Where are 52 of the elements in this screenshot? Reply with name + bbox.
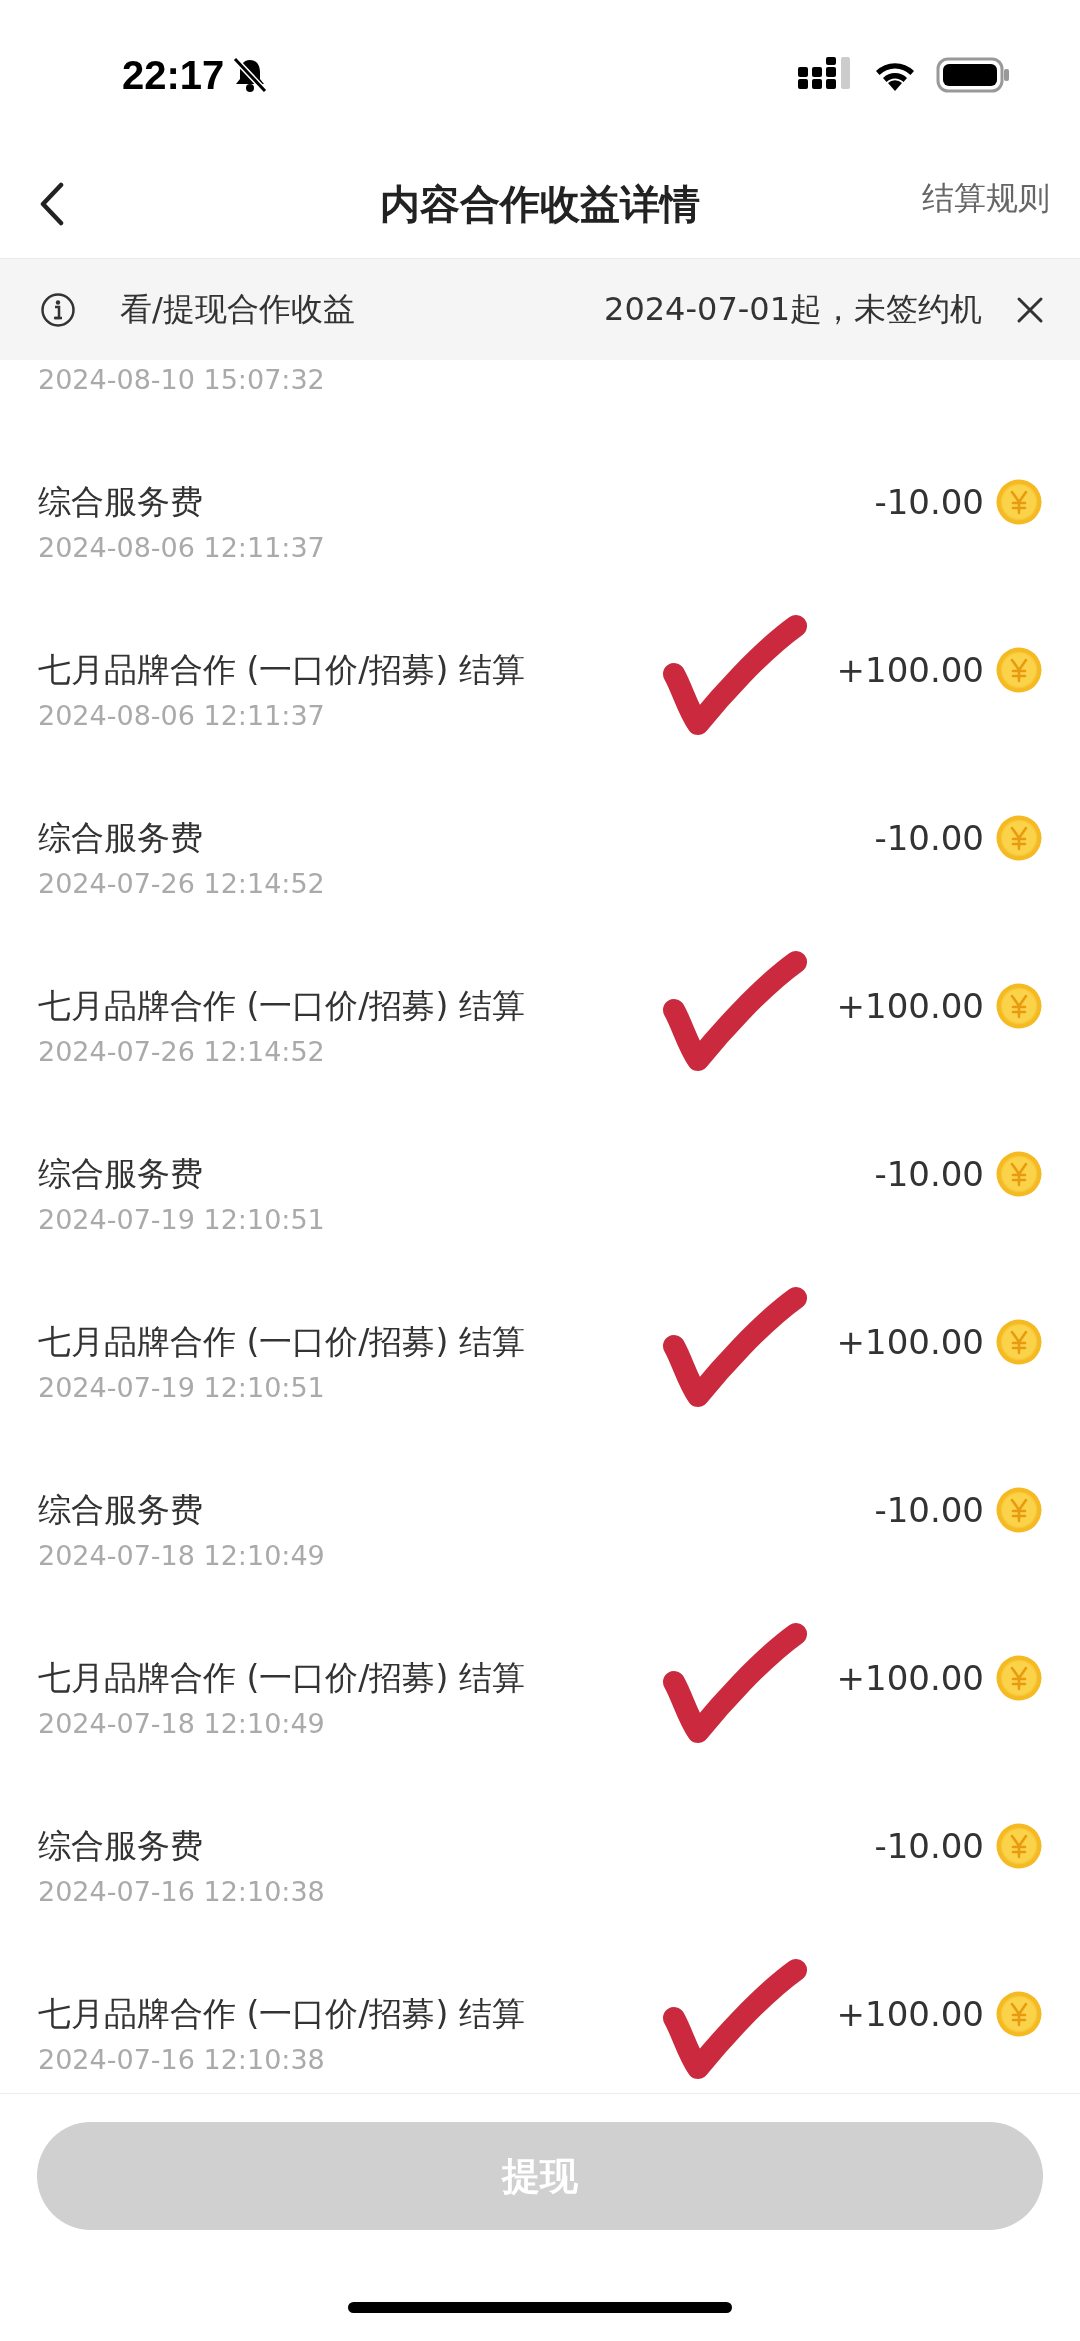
coin-icon (996, 815, 1042, 861)
record-date: 2024-08-10 15:07:32 (38, 363, 326, 397)
record-title: 综合服务费 (38, 1489, 204, 1531)
record-amount: -10.00 (874, 1154, 984, 1194)
close-icon (1016, 295, 1044, 324)
coin-icon (996, 1487, 1042, 1533)
record-date: 2024-07-26 12:14:52 (38, 867, 326, 901)
record-amount: -10.00 (874, 818, 984, 858)
record-date: 2024-08-06 12:11:37 (38, 699, 326, 733)
coin-icon (996, 1151, 1042, 1197)
record-title: 综合服务费 (38, 817, 204, 859)
close-button[interactable] (1016, 295, 1044, 324)
record-date: 2024-07-18 12:10:49 (38, 1539, 326, 1573)
bell-slash-icon (232, 56, 269, 94)
settlement-rules-link[interactable]: 结算规则 (922, 177, 1050, 221)
status-time: 22:17 (122, 52, 225, 98)
record-date: 2024-07-19 12:10:51 (38, 1371, 326, 1405)
record-amount: -10.00 (874, 1826, 984, 1866)
coin-icon (996, 1991, 1042, 2037)
record-amount: +100.00 (836, 650, 984, 690)
coin-icon (996, 647, 1042, 693)
record-amount: +100.00 (836, 1322, 984, 1362)
record-date: 2024-08-06 12:11:37 (38, 531, 326, 565)
coin-icon (996, 479, 1042, 525)
record-amount: +100.00 (836, 1994, 984, 2034)
record-date: 2024-07-16 12:10:38 (38, 2043, 326, 2077)
info-icon (40, 291, 76, 328)
record-title: 七月品牌合作 (一口价/招募) 结算 (38, 1993, 526, 2035)
record-title: 七月品牌合作 (一口价/招募) 结算 (38, 985, 526, 1027)
record-amount: -10.00 (874, 482, 984, 522)
coin-icon (996, 1655, 1042, 1701)
record-title: 七月品牌合作 (一口价/招募) 结算 (38, 1657, 526, 1699)
record-date: 2024-07-26 12:14:52 (38, 1035, 326, 1069)
record-title: 七月品牌合作 (一口价/招募) 结算 (38, 1321, 526, 1363)
record-title: 综合服务费 (38, 481, 204, 523)
record-title: 综合服务费 (38, 1825, 204, 1867)
coin-icon (996, 983, 1042, 1029)
page-title: 内容合作收益详情 (380, 179, 700, 229)
record-title: 综合服务费 (38, 1153, 204, 1195)
coin-icon (996, 1319, 1042, 1365)
back-icon (39, 182, 65, 226)
record-title: 七月品牌合作 (一口价/招募) 结算 (38, 649, 526, 691)
record-amount: +100.00 (836, 1658, 984, 1698)
record-date: 2024-07-18 12:10:49 (38, 1707, 326, 1741)
record-date: 2024-07-16 12:10:38 (38, 1875, 326, 1909)
record-date: 2024-07-19 12:10:51 (38, 1203, 326, 1237)
notice-message: 2024-07-01起，未签约机 (604, 288, 982, 330)
coin-icon (996, 1823, 1042, 1869)
record-amount: +100.00 (836, 986, 984, 1026)
record-amount: -10.00 (874, 1490, 984, 1530)
notice-label: 看/提现合作收益 (120, 288, 355, 330)
battery-icon (936, 57, 1010, 93)
